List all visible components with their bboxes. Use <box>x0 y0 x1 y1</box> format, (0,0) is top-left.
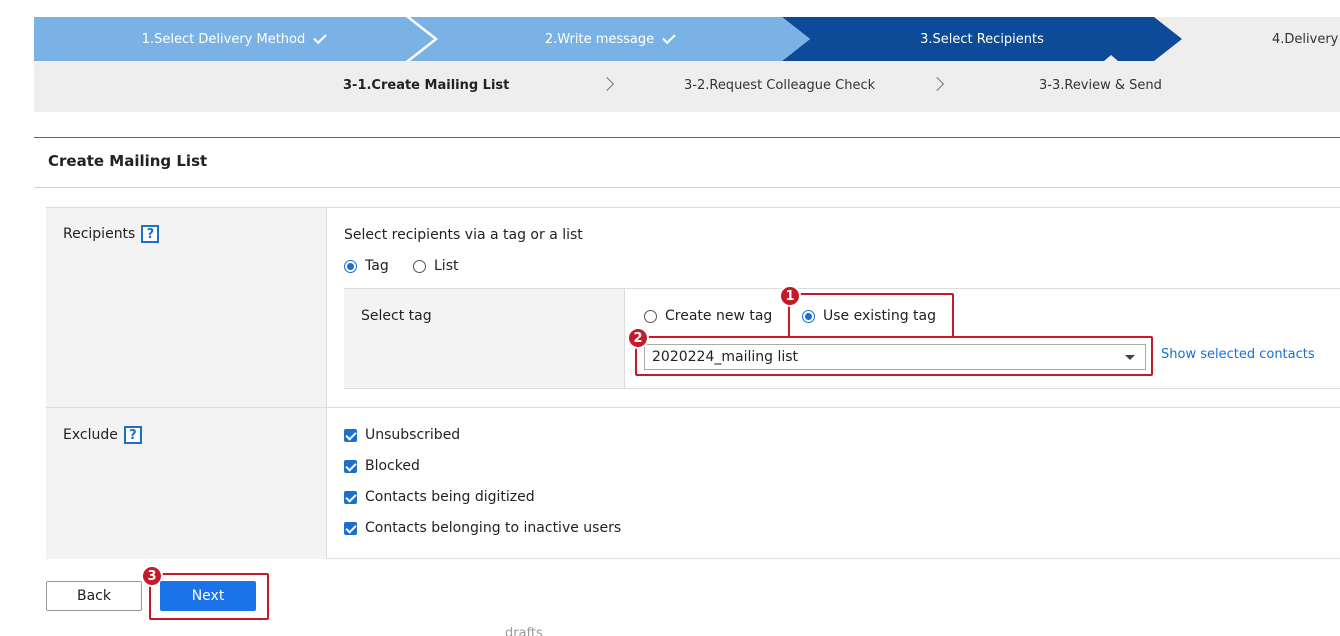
step-select-delivery-method: 1.Select Delivery Method <box>34 17 434 61</box>
radio-tag-label: Tag <box>365 258 389 274</box>
checkbox-inactive-users[interactable]: Contacts belonging to inactive users <box>344 520 621 536</box>
exclude-label: Exclude ? <box>63 426 142 444</box>
callout-badge-1: 1 <box>779 285 801 307</box>
callout-box-1 <box>788 293 954 338</box>
select-tag-label-cell <box>344 289 625 388</box>
radio-unselected-icon[interactable] <box>413 259 426 273</box>
recipients-label: Recipients ? <box>63 225 160 243</box>
checkmark-icon <box>662 30 676 45</box>
exclude-label-text: Exclude <box>63 427 118 443</box>
checkbox-label: Contacts being digitized <box>365 489 535 505</box>
chevron-right-icon <box>599 76 615 92</box>
radio-unselected-icon[interactable] <box>644 309 657 323</box>
checkmark-icon <box>313 30 327 45</box>
radio-create-new-tag-label: Create new tag <box>665 308 773 324</box>
substep-create-mailing-list: 3-1.Create Mailing List <box>343 78 510 93</box>
checkbox-label: Blocked <box>365 458 420 474</box>
radio-list-label: List <box>434 258 459 274</box>
section-divider <box>34 137 1340 138</box>
checkbox-checked-icon[interactable] <box>344 490 357 504</box>
back-button[interactable]: Back <box>46 581 142 611</box>
step-label: 3.Select Recipients <box>920 31 1044 47</box>
help-icon[interactable]: ? <box>141 225 160 243</box>
help-icon[interactable]: ? <box>123 426 142 444</box>
step-select-recipients: 3.Select Recipients <box>782 17 1182 61</box>
select-tag-label: Select tag <box>361 308 432 324</box>
checkbox-unsubscribed[interactable]: Unsubscribed <box>344 427 460 443</box>
step-label: 2.Write message <box>544 31 655 47</box>
radio-selected-icon[interactable] <box>344 259 357 273</box>
step-write-message: 2.Write message <box>410 17 810 61</box>
callout-box-2 <box>635 336 1153 376</box>
recipients-instruction: Select recipients via a tag or a list <box>344 227 583 243</box>
checkbox-contacts-being-digitized[interactable]: Contacts being digitized <box>344 489 535 505</box>
radio-create-new-tag[interactable]: Create new tag <box>644 308 772 324</box>
checkbox-checked-icon[interactable] <box>344 459 357 473</box>
checkbox-label: Unsubscribed <box>365 427 461 443</box>
chevron-right-icon <box>929 76 945 92</box>
callout-badge-2: 2 <box>627 327 649 349</box>
substep-review-send: 3-3.Review & Send <box>1039 78 1162 93</box>
radio-tag[interactable]: Tag <box>344 258 389 274</box>
checkbox-label: Contacts belonging to inactive users <box>365 520 622 536</box>
checkbox-blocked[interactable]: Blocked <box>344 458 420 474</box>
recipients-label-text: Recipients <box>63 226 136 242</box>
radio-list[interactable]: List <box>413 258 458 274</box>
next-button[interactable]: Next <box>160 581 256 611</box>
title-divider <box>34 187 1340 188</box>
drafts-link[interactable]: drafts <box>505 626 543 636</box>
step-label: 1.Select Delivery Method <box>141 31 306 47</box>
active-step-pointer <box>1104 55 1118 61</box>
substep-request-colleague-check: 3-2.Request Colleague Check <box>684 78 876 93</box>
sub-steps-bar: 3-1.Create Mailing List 3-2.Request Coll… <box>34 61 1340 112</box>
checkbox-checked-icon[interactable] <box>344 428 357 442</box>
step-label: 4.Delivery <box>1272 31 1339 47</box>
checkbox-checked-icon[interactable] <box>344 521 357 535</box>
row-divider <box>46 407 1340 408</box>
show-selected-contacts-link[interactable]: Show selected contacts <box>1161 347 1315 362</box>
progress-steps: 1.Select Delivery Method 2.Write message… <box>34 17 1340 61</box>
page-title: Create Mailing List <box>48 152 208 170</box>
mailing-list-form: Recipients ? Select recipients via a tag… <box>46 207 1340 559</box>
